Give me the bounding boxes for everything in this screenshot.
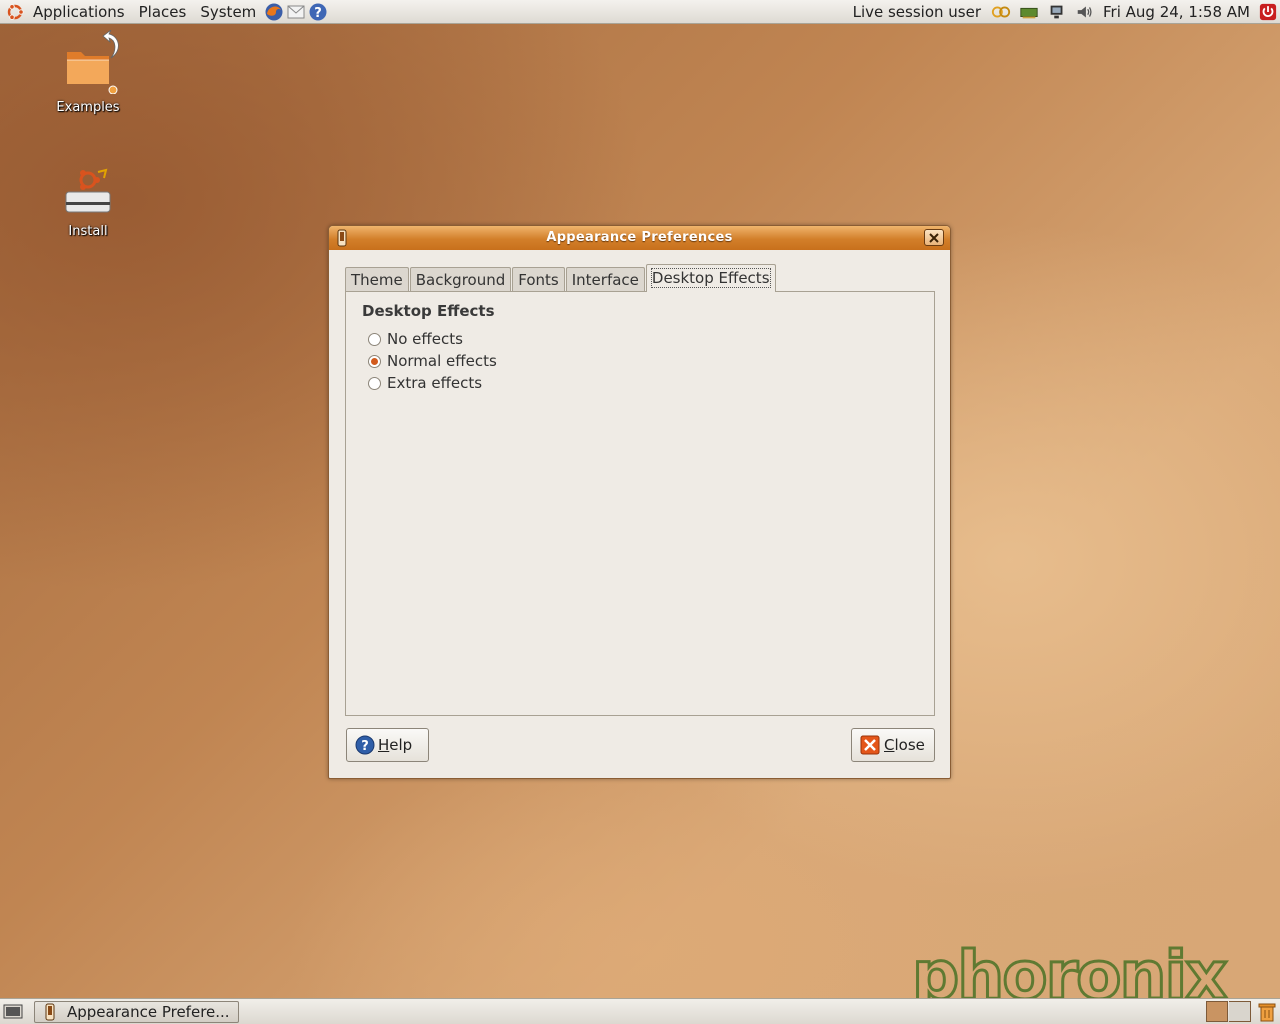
radio-button[interactable] <box>368 332 381 346</box>
power-icon[interactable] <box>1258 3 1278 21</box>
tab-desktop-effects[interactable]: Desktop Effects <box>645 264 776 292</box>
trash-icon[interactable] <box>1258 1002 1276 1022</box>
appearance-app-icon <box>45 1003 55 1021</box>
dialog-title: Appearance Preferences <box>546 230 733 245</box>
clock[interactable]: Fri Aug 24, 1:58 AM <box>1099 3 1254 21</box>
radio-button-selected[interactable] <box>368 354 381 368</box>
section-title: Desktop Effects <box>362 302 495 320</box>
window-close-button[interactable] <box>924 229 944 246</box>
top-panel: Applications Places System ? Live sessio… <box>0 0 1280 24</box>
desktop-icon-label: Install <box>68 224 108 239</box>
ubuntu-logo-icon[interactable] <box>6 3 24 21</box>
dialog-titlebar[interactable]: Appearance Preferences <box>329 226 950 250</box>
tab-interface[interactable]: Interface <box>565 267 645 292</box>
volume-icon[interactable] <box>1075 3 1095 21</box>
radio-no-effects[interactable]: No effects <box>368 330 463 348</box>
appearance-preferences-dialog: Appearance Preferences Theme Background … <box>328 225 951 779</box>
compiz-tray-icon[interactable] <box>991 3 1011 21</box>
help-launcher-icon[interactable]: ? <box>308 2 328 22</box>
taskbar-window-button[interactable]: Appearance Prefere... <box>34 1001 239 1023</box>
tab-theme[interactable]: Theme <box>345 267 409 292</box>
radio-label: Extra effects <box>387 374 483 392</box>
appearance-app-icon <box>337 229 347 247</box>
menu-system[interactable]: System <box>193 0 263 24</box>
svg-text:?: ? <box>315 6 323 21</box>
radio-button[interactable] <box>368 376 381 390</box>
workspace-1[interactable] <box>1206 1001 1228 1022</box>
desktop-icon-install[interactable]: Install <box>38 166 138 239</box>
close-icon <box>929 232 939 243</box>
radio-label: Normal effects <box>387 352 497 370</box>
user-switcher[interactable]: Live session user <box>853 3 987 21</box>
tab-background[interactable]: Background <box>409 267 512 292</box>
menu-places[interactable]: Places <box>132 0 194 24</box>
tab-bar: Theme Background Fonts Interface Desktop… <box>345 264 777 292</box>
folder-shortcut-icon <box>67 29 119 95</box>
firefox-launcher-icon[interactable] <box>264 2 284 22</box>
network-monitor-icon[interactable] <box>1047 3 1067 21</box>
desktop-effects-panel: Desktop Effects No effects Normal effect… <box>345 291 935 716</box>
top-panel-right: Live session user Fri Aug 24, 1:58 AM <box>853 0 1280 24</box>
svg-text:?: ? <box>361 739 369 754</box>
radio-normal-effects[interactable]: Normal effects <box>368 352 497 370</box>
radio-extra-effects[interactable]: Extra effects <box>368 374 482 392</box>
help-button[interactable]: ? Help <box>346 728 429 762</box>
radio-label: No effects <box>387 330 463 348</box>
bottom-panel: Appearance Prefere... <box>0 998 1280 1024</box>
close-button[interactable]: Close <box>851 728 935 762</box>
close-icon <box>860 735 880 755</box>
help-icon: ? <box>355 735 375 755</box>
desktop-icon-label: Examples <box>56 100 120 115</box>
installer-icon <box>65 168 111 213</box>
network-card-icon[interactable] <box>1019 3 1039 21</box>
menu-applications[interactable]: Applications <box>26 0 132 24</box>
workspace-2[interactable] <box>1229 1001 1251 1022</box>
desktop-icon-examples[interactable]: Examples <box>38 29 138 115</box>
mail-launcher-icon[interactable] <box>286 2 306 22</box>
show-desktop-icon[interactable] <box>3 1003 23 1021</box>
tab-fonts[interactable]: Fonts <box>512 267 565 292</box>
